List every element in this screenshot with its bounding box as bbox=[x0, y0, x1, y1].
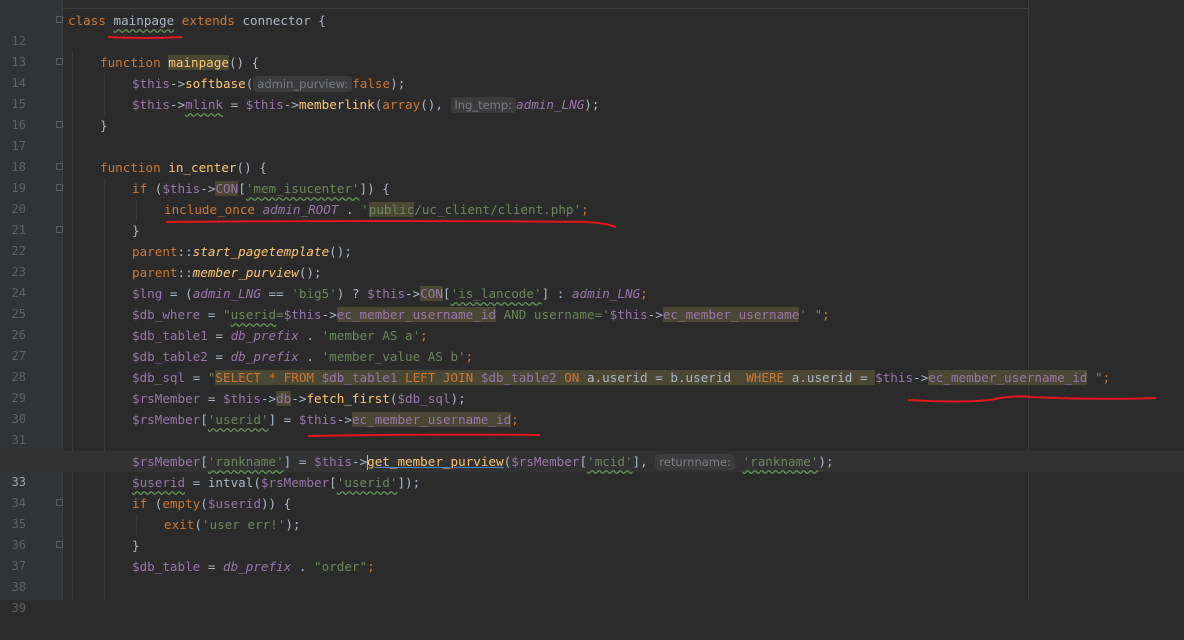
annotation-underline bbox=[907, 395, 1157, 403]
red-annotation-underlines bbox=[107, 36, 1157, 437]
line-number: 39 bbox=[11, 601, 26, 615]
annotation-underline bbox=[165, 220, 617, 228]
annotation-underline bbox=[107, 36, 183, 39]
annotation-underline bbox=[307, 433, 541, 437]
